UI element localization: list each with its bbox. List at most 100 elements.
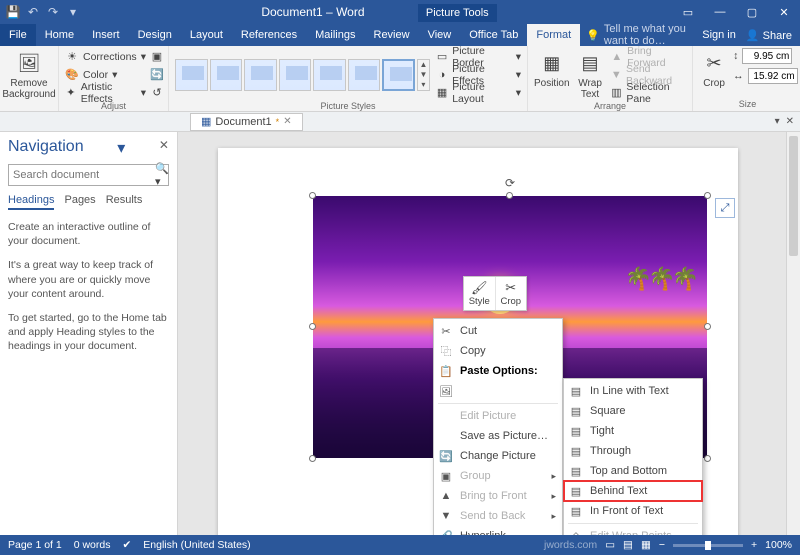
language-indicator[interactable]: English (United States): [143, 539, 250, 551]
height-icon: ↕: [733, 50, 738, 62]
wrap-in-front[interactable]: ▤In Front of Text: [564, 501, 702, 521]
zoom-slider[interactable]: [673, 544, 743, 547]
wrap-behind-text[interactable]: ▤Behind Text: [564, 481, 702, 501]
menu-change-picture[interactable]: 🔄Change Picture: [434, 446, 562, 466]
ribbon-options-icon[interactable]: ▭: [672, 6, 704, 19]
crop-button[interactable]: ✂Crop: [699, 48, 729, 89]
resize-handle[interactable]: [704, 455, 711, 462]
zoom-out-icon[interactable]: −: [659, 539, 665, 551]
selection-pane-button[interactable]: ▥Selection Pane: [611, 84, 687, 101]
picture-style-thumb[interactable]: [313, 59, 346, 91]
wrap-square[interactable]: ▤Square: [564, 401, 702, 421]
tab-home[interactable]: Home: [36, 24, 83, 46]
tabstrip-close-icon[interactable]: ✕: [786, 116, 794, 127]
redo-icon[interactable]: ↷: [46, 5, 60, 19]
tab-review[interactable]: Review: [365, 24, 419, 46]
view-web-icon[interactable]: ▦: [641, 539, 651, 551]
navtab-headings[interactable]: Headings: [8, 194, 54, 210]
zoom-in-icon[interactable]: +: [751, 539, 757, 551]
sign-in-link[interactable]: Sign in: [702, 29, 736, 41]
gallery-scroll[interactable]: ▲▼▾: [417, 59, 430, 91]
vertical-scrollbar[interactable]: [786, 132, 800, 535]
picture-style-thumb[interactable]: [348, 59, 381, 91]
tab-view[interactable]: View: [419, 24, 461, 46]
word-count[interactable]: 0 words: [74, 539, 111, 551]
corrections-button[interactable]: ☀Corrections ▾: [65, 48, 146, 65]
close-icon[interactable]: ✕: [768, 6, 800, 19]
search-icon[interactable]: 🔍▾: [155, 162, 169, 188]
picture-style-thumb[interactable]: [244, 59, 277, 91]
maximize-icon[interactable]: ▢: [736, 6, 768, 19]
navtab-results[interactable]: Results: [106, 194, 143, 210]
front-icon: ▲: [438, 490, 454, 502]
navtab-pages[interactable]: Pages: [64, 194, 95, 210]
remove-background-button[interactable]: 🖼 Remove Background: [6, 48, 52, 100]
menu-cut[interactable]: ✂Cut: [434, 321, 562, 341]
mini-style-button[interactable]: 🖌Style: [464, 277, 495, 310]
view-print-icon[interactable]: ▤: [623, 539, 633, 551]
picture-layout-button[interactable]: ▦Picture Layout ▾: [436, 84, 521, 101]
shape-height-field[interactable]: ↕: [733, 48, 798, 64]
wrap-text-button[interactable]: ▤Wrap Text: [574, 48, 607, 100]
minimize-icon[interactable]: —: [704, 6, 736, 19]
qat-dropdown-icon[interactable]: ▾: [66, 5, 80, 19]
border-icon: ▭: [436, 50, 448, 64]
search-document-input[interactable]: 🔍▾: [8, 164, 169, 186]
tab-office-tab[interactable]: Office Tab: [460, 24, 527, 46]
compress-pictures-button[interactable]: ▣: [150, 48, 164, 65]
zoom-level[interactable]: 100%: [765, 539, 792, 551]
tab-references[interactable]: References: [232, 24, 306, 46]
menu-paste-picture[interactable]: 🖼: [434, 381, 562, 401]
resize-handle[interactable]: [309, 455, 316, 462]
navpane-dropdown-icon[interactable]: ▾: [117, 138, 125, 158]
navpane-close-icon[interactable]: ✕: [159, 138, 169, 158]
view-read-icon[interactable]: ▭: [605, 539, 615, 551]
wrap-inline[interactable]: ▤In Line with Text: [564, 381, 702, 401]
resize-handle[interactable]: [309, 192, 316, 199]
resize-handle[interactable]: [309, 323, 316, 330]
wrap-through[interactable]: ▤Through: [564, 441, 702, 461]
picture-style-thumb-selected[interactable]: [382, 59, 415, 91]
tab-mailings[interactable]: Mailings: [306, 24, 364, 46]
save-icon[interactable]: 💾: [6, 5, 20, 19]
tab-insert[interactable]: Insert: [83, 24, 129, 46]
resize-handle[interactable]: [704, 192, 711, 199]
compress-icon: ▣: [150, 50, 164, 64]
tell-me-search[interactable]: 💡 Tell me what you want to do…: [580, 24, 694, 46]
paste-picture-icon: 🖼: [438, 385, 454, 398]
document-canvas[interactable]: ⟳ 🌴🌴🌴 ⤢ 🖌Style ✂Crop: [178, 132, 800, 535]
artistic-effects-button[interactable]: ✦Artistic Effects ▾: [65, 84, 146, 101]
tab-format[interactable]: Format: [527, 24, 580, 46]
rotate-handle-icon[interactable]: ⟳: [505, 176, 515, 190]
link-icon: 🔗: [438, 530, 454, 536]
artistic-icon: ✦: [65, 86, 77, 100]
close-tab-icon[interactable]: ✕: [283, 116, 291, 127]
share-button[interactable]: 👤 Share: [746, 29, 792, 42]
tab-layout[interactable]: Layout: [181, 24, 232, 46]
position-button[interactable]: ▦Position: [534, 48, 570, 89]
spellcheck-icon[interactable]: ✔: [122, 539, 131, 551]
undo-icon[interactable]: ↶: [26, 5, 40, 19]
menu-save-as-picture[interactable]: Save as Picture…: [434, 426, 562, 446]
tab-file[interactable]: File: [0, 24, 36, 46]
shape-width-field[interactable]: ↔: [733, 68, 798, 84]
picture-style-thumb[interactable]: [210, 59, 243, 91]
page[interactable]: ⟳ 🌴🌴🌴 ⤢ 🖌Style ✂Crop: [218, 148, 738, 535]
reset-picture-button[interactable]: ↺: [150, 84, 164, 101]
resize-handle[interactable]: [704, 323, 711, 330]
layout-options-icon[interactable]: ⤢: [715, 198, 735, 218]
document-tab[interactable]: ▦ Document1* ✕: [190, 113, 303, 131]
picture-style-thumb[interactable]: [175, 59, 208, 91]
page-indicator[interactable]: Page 1 of 1: [8, 539, 62, 551]
behind-icon: ▤: [568, 485, 584, 498]
resize-handle[interactable]: [506, 192, 513, 199]
wrap-top-bottom[interactable]: ▤Top and Bottom: [564, 461, 702, 481]
wrap-tight[interactable]: ▤Tight: [564, 421, 702, 441]
menu-hyperlink[interactable]: 🔗Hyperlink…: [434, 526, 562, 535]
tab-design[interactable]: Design: [129, 24, 181, 46]
menu-copy[interactable]: ⿻Copy: [434, 341, 562, 361]
tabstrip-caret-icon[interactable]: ▾: [775, 116, 780, 127]
picture-style-thumb[interactable]: [279, 59, 312, 91]
change-picture-button[interactable]: 🔄: [150, 66, 164, 83]
mini-crop-button[interactable]: ✂Crop: [495, 277, 527, 310]
